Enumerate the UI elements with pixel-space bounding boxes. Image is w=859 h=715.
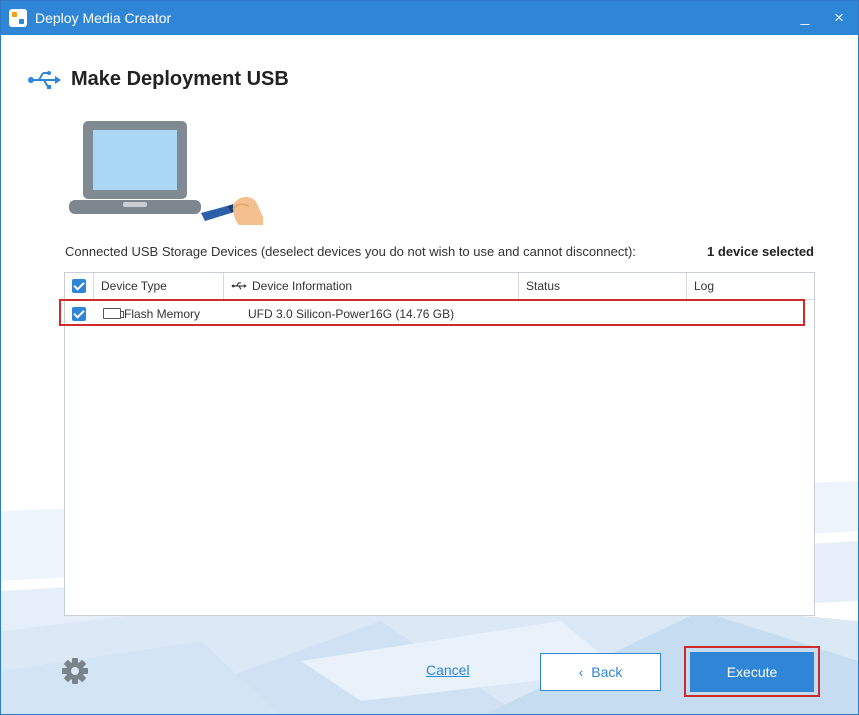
execute-button[interactable]: Execute xyxy=(690,652,814,692)
device-checkbox[interactable] xyxy=(72,300,86,327)
laptop-usb-illustration xyxy=(69,121,263,225)
cancel-link[interactable]: Cancel xyxy=(426,662,470,678)
table-row[interactable]: Flash Memory UFD 3.0 Silicon-Power16G (1… xyxy=(59,299,814,327)
page-heading: Make Deployment USB xyxy=(27,68,289,91)
minimize-button[interactable]: _ xyxy=(788,1,822,35)
column-header-status[interactable]: Status xyxy=(518,273,686,299)
device-type-cell: Flash Memory xyxy=(103,300,200,327)
usb-icon xyxy=(231,282,247,290)
app-window: Deploy Media Creator _ × Make Deployment… xyxy=(0,0,859,715)
back-button[interactable]: ‹ Back xyxy=(540,653,661,691)
column-header-log[interactable]: Log xyxy=(686,273,814,299)
back-button-label: Back xyxy=(591,664,623,680)
devices-caption: Connected USB Storage Devices (deselect … xyxy=(65,244,636,259)
selected-count: 1 device selected xyxy=(707,244,814,259)
flash-memory-icon xyxy=(103,308,124,319)
gear-icon[interactable] xyxy=(61,657,89,685)
select-all-checkbox[interactable] xyxy=(65,273,93,299)
chevron-left-icon: ‹ xyxy=(578,664,584,680)
column-header-device-type[interactable]: Device Type xyxy=(93,273,223,299)
app-icon xyxy=(9,9,27,27)
table-header: Device Type Device Information Status Lo… xyxy=(65,273,814,300)
page-title: Make Deployment USB xyxy=(71,68,289,90)
close-button[interactable]: × xyxy=(822,1,856,35)
window-title: Deploy Media Creator xyxy=(35,10,172,26)
device-information-cell: UFD 3.0 Silicon-Power16G (14.76 GB) xyxy=(248,306,455,321)
usb-icon xyxy=(28,70,61,89)
devices-table: Device Type Device Information Status Lo… xyxy=(59,272,815,616)
column-header-device-information[interactable]: Device Information xyxy=(223,273,518,299)
title-bar[interactable]: Deploy Media Creator _ × xyxy=(1,1,858,35)
